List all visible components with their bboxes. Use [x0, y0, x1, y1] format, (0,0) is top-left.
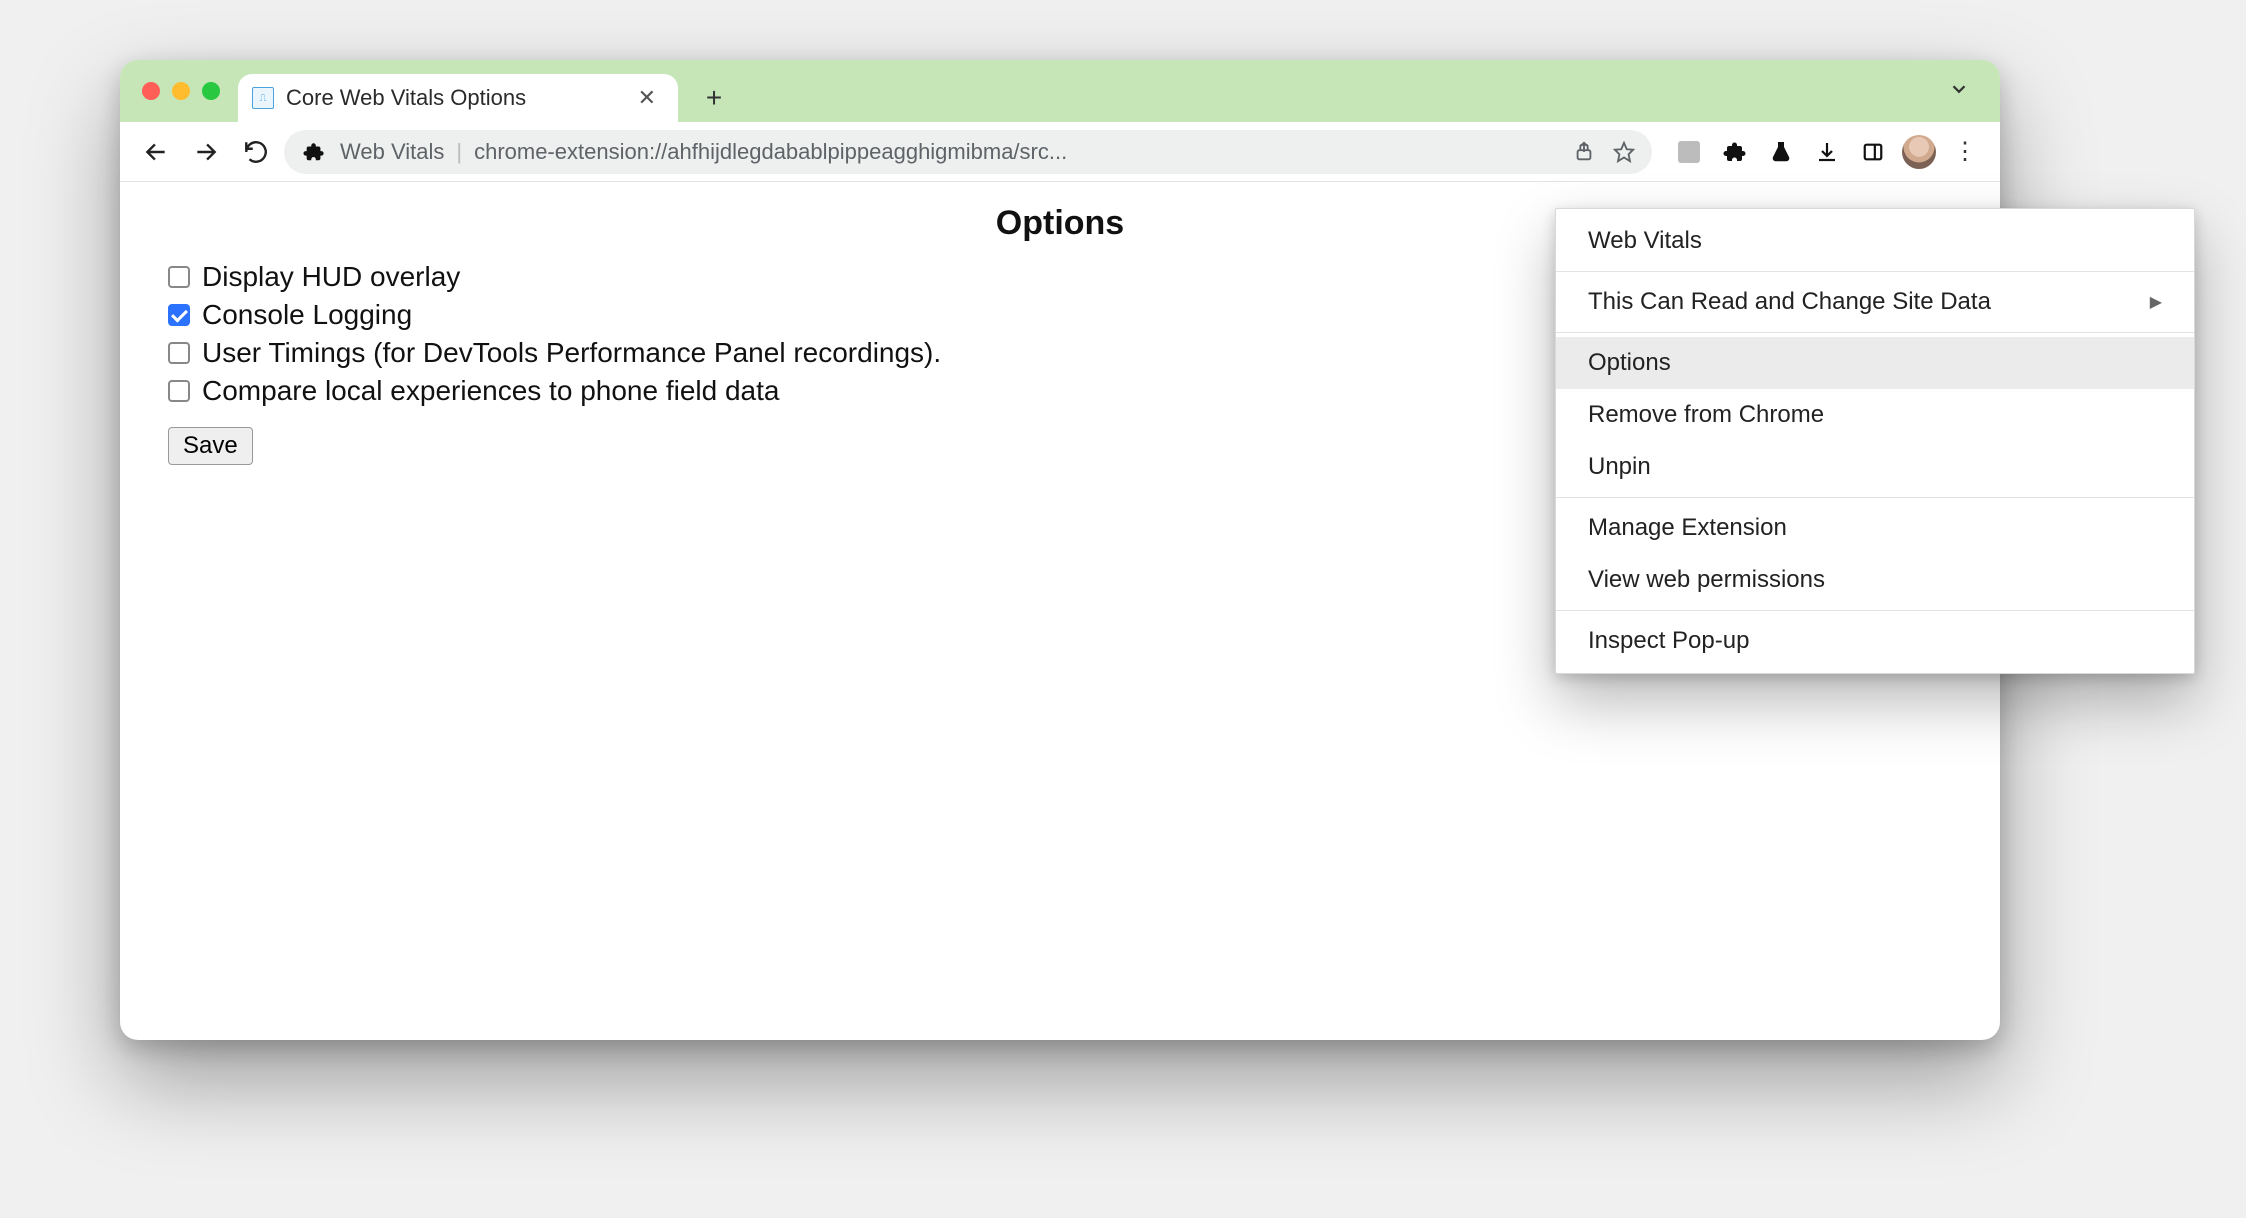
window-close-button[interactable]: [142, 82, 160, 100]
menu-item-label: View web permissions: [1588, 566, 1825, 594]
option-label: User Timings (for DevTools Performance P…: [202, 337, 941, 369]
option-label: Display HUD overlay: [202, 261, 460, 293]
tab-strip: ⎍ Core Web Vitals Options ✕ +: [120, 60, 2000, 122]
window-controls: [142, 82, 220, 100]
tab-title: Core Web Vitals Options: [286, 85, 620, 111]
share-icon[interactable]: [1570, 138, 1598, 166]
tab-close-button[interactable]: ✕: [632, 85, 662, 111]
menu-item-read-change-site-data[interactable]: This Can Read and Change Site Data ▶: [1556, 276, 2194, 328]
forward-button[interactable]: [184, 130, 228, 174]
save-button[interactable]: Save: [168, 427, 253, 465]
checkbox-compare-local[interactable]: [168, 380, 190, 402]
menu-separator: [1556, 271, 2194, 272]
reload-button[interactable]: [234, 130, 278, 174]
extension-context-menu: Web Vitals This Can Read and Change Site…: [1555, 208, 2195, 674]
omnibox-url: chrome-extension://ahfhijdlegdabablpippe…: [474, 139, 1558, 165]
tab-search-button[interactable]: [1948, 78, 1970, 106]
extension-chip-icon: [300, 138, 328, 166]
extensions-menu-button[interactable]: [1714, 131, 1756, 173]
checkbox-console-logging[interactable]: [168, 304, 190, 326]
browser-menu-button[interactable]: ⋮: [1944, 131, 1986, 173]
menu-item-remove-from-chrome[interactable]: Remove from Chrome: [1556, 389, 2194, 441]
context-menu-title-label: Web Vitals: [1588, 227, 1702, 255]
menu-item-options[interactable]: Options: [1556, 337, 2194, 389]
avatar-icon: [1902, 135, 1936, 169]
menu-item-inspect-popup[interactable]: Inspect Pop-up: [1556, 615, 2194, 667]
bookmark-star-icon[interactable]: [1610, 138, 1638, 166]
new-tab-button[interactable]: +: [696, 80, 732, 116]
window-maximize-button[interactable]: [202, 82, 220, 100]
extension-button-highlighted[interactable]: [1668, 131, 1710, 173]
menu-item-label: Options: [1588, 349, 1671, 377]
option-label: Compare local experiences to phone field…: [202, 375, 779, 407]
menu-item-manage-extension[interactable]: Manage Extension: [1556, 502, 2194, 554]
checkbox-hud-overlay[interactable]: [168, 266, 190, 288]
checkbox-user-timings[interactable]: [168, 342, 190, 364]
menu-separator: [1556, 610, 2194, 611]
menu-separator: [1556, 332, 2194, 333]
side-panel-icon[interactable]: [1852, 131, 1894, 173]
omnibox-separator: |: [456, 139, 462, 165]
window-minimize-button[interactable]: [172, 82, 190, 100]
browser-tab[interactable]: ⎍ Core Web Vitals Options ✕: [238, 74, 678, 122]
menu-separator: [1556, 497, 2194, 498]
context-menu-title: Web Vitals: [1556, 215, 2194, 267]
option-label: Console Logging: [202, 299, 412, 331]
address-bar[interactable]: Web Vitals | chrome-extension://ahfhijdl…: [284, 130, 1652, 174]
extension-chip-label: Web Vitals: [340, 139, 444, 165]
menu-item-label: This Can Read and Change Site Data: [1588, 288, 1991, 316]
menu-item-label: Manage Extension: [1588, 514, 1787, 542]
toolbar: Web Vitals | chrome-extension://ahfhijdl…: [120, 122, 2000, 182]
menu-item-label: Remove from Chrome: [1588, 401, 1824, 429]
submenu-arrow-icon: ▶: [2150, 292, 2162, 312]
profile-avatar[interactable]: [1898, 131, 1940, 173]
menu-item-unpin[interactable]: Unpin: [1556, 441, 2194, 493]
menu-item-view-web-permissions[interactable]: View web permissions: [1556, 554, 2194, 606]
downloads-icon[interactable]: [1806, 131, 1848, 173]
menu-item-label: Unpin: [1588, 453, 1651, 481]
back-button[interactable]: [134, 130, 178, 174]
menu-item-label: Inspect Pop-up: [1588, 627, 1749, 655]
toolbar-actions: ⋮: [1668, 131, 1986, 173]
tab-favicon-icon: ⎍: [252, 87, 274, 109]
labs-icon[interactable]: [1760, 131, 1802, 173]
